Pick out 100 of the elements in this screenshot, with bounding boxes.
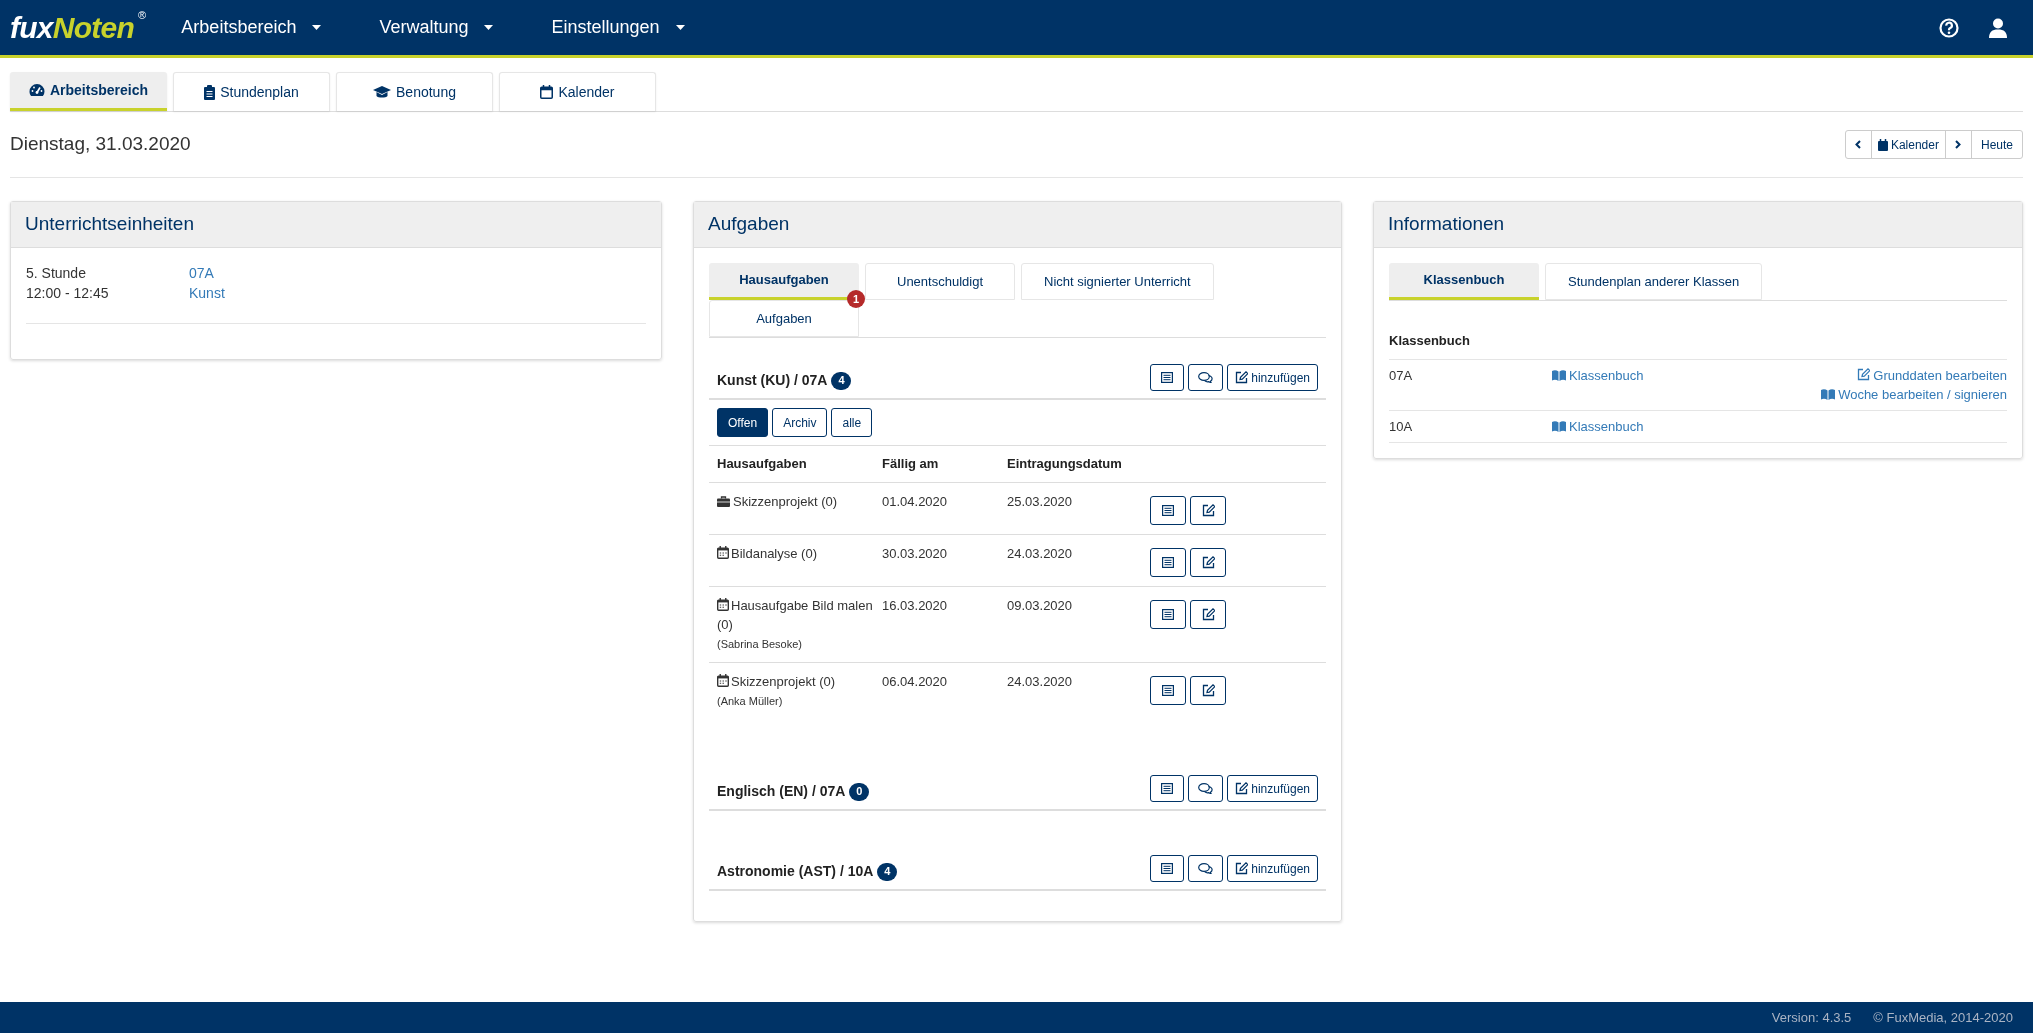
subject-link[interactable]: Kunst bbox=[189, 283, 225, 303]
entry-date: 24.03.2020 bbox=[1007, 545, 1074, 563]
caret-icon bbox=[312, 25, 322, 30]
due-date: 06.04.2020 bbox=[882, 672, 949, 691]
task-author: (Sabrina Besoke) bbox=[717, 637, 803, 652]
list-button[interactable] bbox=[1150, 775, 1185, 802]
count-badge: 0 bbox=[849, 782, 870, 801]
chevron-right-icon bbox=[1955, 140, 1962, 149]
class-link[interactable]: 07A bbox=[189, 263, 214, 283]
edit-icon bbox=[1235, 371, 1249, 384]
edit-icon bbox=[1235, 782, 1249, 795]
help-icon[interactable] bbox=[1939, 17, 1959, 38]
task-author: (Anka Müller) bbox=[717, 693, 784, 709]
main-tab[interactable]: Benotung bbox=[336, 72, 493, 111]
main-tab[interactable]: Arbeitsbereich bbox=[10, 72, 167, 111]
class-name: 10A bbox=[1389, 417, 1414, 436]
notification-badge: 1 bbox=[847, 290, 865, 308]
list-icon bbox=[1161, 783, 1174, 794]
book-icon bbox=[1821, 388, 1836, 400]
comments-button[interactable] bbox=[1188, 775, 1224, 802]
course-title: Astronomie (AST) / 10A bbox=[717, 862, 874, 881]
course-title: Kunst (KU) / 07A bbox=[717, 371, 828, 390]
course-title: Englisch (EN) / 07A bbox=[717, 782, 846, 801]
comments-button[interactable] bbox=[1188, 855, 1224, 882]
chat-icon bbox=[1198, 372, 1214, 383]
list-icon bbox=[1162, 684, 1174, 696]
edit-button[interactable] bbox=[1190, 600, 1226, 629]
app-logo[interactable]: fuxNoten® bbox=[10, 5, 146, 50]
main-tab[interactable]: Kalender bbox=[499, 72, 656, 111]
main-tab[interactable]: Stundenplan bbox=[173, 72, 330, 111]
chevron-left-icon bbox=[1855, 140, 1862, 149]
caret-icon bbox=[675, 25, 685, 30]
edit-icon bbox=[1201, 504, 1215, 517]
list-button[interactable] bbox=[1150, 496, 1186, 525]
task-name: Bildanalyse (0) bbox=[717, 544, 876, 563]
calendar-icon bbox=[540, 85, 554, 99]
list-icon bbox=[1162, 505, 1174, 516]
list-button[interactable] bbox=[1150, 364, 1185, 391]
user-icon[interactable] bbox=[1989, 17, 2007, 38]
today-button[interactable]: Heute bbox=[1971, 131, 2022, 158]
edit-button[interactable] bbox=[1190, 548, 1226, 577]
column-header: Hausaufgaben bbox=[717, 455, 808, 474]
tab[interactable]: Stundenplan anderer Klassen bbox=[1545, 263, 1763, 300]
count-badge: 4 bbox=[877, 862, 898, 881]
edit-button[interactable] bbox=[1190, 496, 1226, 525]
task-name: Hausaufgabe Bild malen (0) bbox=[717, 597, 874, 634]
copyright-text: © FuxMedia, 2014-2020 bbox=[1873, 1008, 2013, 1027]
action-link[interactable]: Woche bearbeiten / signieren bbox=[1821, 384, 2007, 404]
classbook-link[interactable]: Klassenbuch bbox=[1552, 416, 1644, 436]
clipboard-icon bbox=[204, 84, 216, 100]
list-button[interactable] bbox=[1150, 548, 1186, 577]
tab[interactable]: Unentschuldigt bbox=[865, 263, 1015, 300]
caret-icon bbox=[484, 25, 494, 30]
count-badge: 4 bbox=[831, 371, 852, 390]
entry-date: 25.03.2020 bbox=[1007, 493, 1074, 511]
calendar-icon bbox=[1877, 138, 1888, 151]
edit-icon bbox=[1857, 367, 1871, 381]
entry-date: 09.03.2020 bbox=[1007, 597, 1074, 615]
comments-button[interactable] bbox=[1188, 364, 1224, 391]
due-date: 16.03.2020 bbox=[882, 597, 949, 615]
panel-title: Unterrichtseinheiten bbox=[25, 212, 194, 237]
column-header: Eintragungsdatum bbox=[1007, 455, 1123, 474]
panel-title: Aufgaben bbox=[708, 212, 790, 237]
action-link[interactable]: Grunddaten bearbeiten bbox=[1857, 365, 2007, 385]
edit-icon bbox=[1201, 608, 1215, 621]
nav-menu[interactable]: Verwaltung bbox=[379, 14, 494, 41]
classbook-link[interactable]: Klassenbuch bbox=[1552, 365, 1644, 404]
book-icon bbox=[1552, 420, 1566, 432]
list-button[interactable] bbox=[1150, 600, 1186, 629]
filter-button[interactable]: Offen bbox=[717, 408, 769, 437]
tab[interactable]: Klassenbuch bbox=[1389, 263, 1539, 300]
nav-menu[interactable]: Einstellungen bbox=[551, 14, 685, 41]
add-button[interactable]: hinzufügen bbox=[1227, 775, 1318, 802]
add-button[interactable]: hinzufügen bbox=[1227, 855, 1318, 882]
panel-title: Informationen bbox=[1388, 212, 1505, 237]
list-icon bbox=[1162, 609, 1174, 620]
nav-menu[interactable]: Arbeitsbereich bbox=[181, 14, 322, 41]
list-button[interactable] bbox=[1150, 675, 1186, 705]
calendar-button[interactable]: Kalender bbox=[1871, 131, 1946, 158]
list-icon bbox=[1161, 863, 1174, 874]
task-name: Skizzenprojekt (0) bbox=[717, 671, 876, 691]
lesson-period: 5. Stunde bbox=[26, 264, 87, 283]
table-heading: Klassenbuch bbox=[1389, 301, 2007, 360]
lesson-time: 12:00 - 12:45 bbox=[26, 284, 110, 303]
tab[interactable]: Nicht signierter Unterricht bbox=[1021, 263, 1214, 300]
chat-icon bbox=[1198, 783, 1214, 794]
filter-button[interactable]: Archiv bbox=[772, 408, 828, 437]
calendar-icon bbox=[717, 598, 729, 611]
due-date: 01.04.2020 bbox=[882, 493, 949, 511]
edit-button[interactable] bbox=[1190, 675, 1226, 705]
add-button[interactable]: hinzufügen bbox=[1227, 364, 1318, 391]
version-text: Version: 4.3.5 bbox=[1771, 1008, 1852, 1027]
edit-icon bbox=[1201, 683, 1215, 697]
graduation-cap-icon bbox=[373, 85, 391, 99]
list-button[interactable] bbox=[1150, 855, 1185, 882]
calendar-icon bbox=[717, 673, 729, 687]
book-icon bbox=[1552, 369, 1566, 381]
date-heading: Dienstag, 31.03.2020 bbox=[10, 132, 191, 157]
edit-icon bbox=[1235, 862, 1249, 875]
filter-button[interactable]: alle bbox=[831, 408, 873, 437]
